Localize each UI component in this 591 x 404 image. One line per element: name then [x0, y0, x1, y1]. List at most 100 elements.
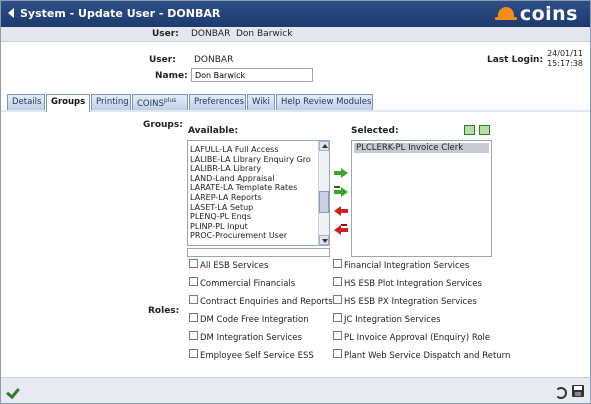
checkbox[interactable]	[333, 331, 342, 340]
list-item[interactable]: PLENQ-PL Enqs	[188, 212, 329, 222]
tab-label: COINS	[137, 98, 164, 109]
available-filter-field[interactable]	[187, 248, 330, 257]
tab-groups[interactable]: Groups	[46, 94, 90, 112]
hard-hat-icon	[494, 7, 517, 21]
role-checkbox[interactable]: Plant Web Service Dispatch and Return	[333, 347, 510, 361]
list-item[interactable]: LAFULL-LA Full Access	[188, 145, 329, 155]
role-label: Contract Enquiries and Reports	[200, 297, 333, 307]
coins-logo: coins	[494, 3, 578, 25]
selected-groups-list[interactable]: PLCLERK-PL Invoice Clerk	[351, 140, 492, 257]
role-label: JC Integration Services	[344, 315, 441, 325]
role-label: Commercial Financials	[200, 279, 296, 289]
filter-icon[interactable]	[478, 124, 490, 135]
scroll-thumb[interactable]	[319, 191, 329, 213]
role-checkbox[interactable]: All ESB Services	[189, 257, 268, 271]
role-label: Financial Integration Services	[344, 261, 470, 271]
tab-details[interactable]: Details	[7, 94, 45, 110]
user-info-panel: User: DONBAR Name: Last Login: 24/01/11 …	[1, 43, 590, 92]
userbar-user-code: DONBAR	[191, 29, 231, 39]
name-label: Name:	[155, 71, 188, 81]
checkbox[interactable]	[189, 259, 198, 268]
tab-help-review-modules[interactable]: Help Review Modules	[276, 94, 373, 110]
remove-arrow-icon[interactable]	[334, 205, 348, 218]
checkbox[interactable]	[189, 349, 198, 358]
userbar-user-name: Don Barwick	[236, 29, 293, 39]
tab-printing[interactable]: Printing	[91, 94, 131, 110]
role-checkbox[interactable]: PL Invoice Approval (Enquiry) Role	[333, 329, 490, 343]
application-window: System - Update User - DONBAR coins User…	[0, 0, 591, 404]
role-checkbox[interactable]: HS ESB PX Integration Services	[333, 293, 477, 307]
role-checkbox[interactable]: HS ESB Plot Integration Services	[333, 275, 482, 289]
role-checkbox[interactable]: Contract Enquiries and Reports	[189, 293, 333, 307]
status-bar	[1, 377, 590, 403]
add-arrow-icon[interactable]	[334, 167, 348, 180]
checkmark-icon[interactable]	[8, 385, 20, 397]
role-label: PL Invoice Approval (Enquiry) Role	[344, 333, 491, 343]
role-label: Plant Web Service Dispatch and Return	[344, 351, 511, 361]
list-item[interactable]: PLINP-PL Input	[188, 222, 329, 232]
select-all-icon[interactable]	[463, 124, 475, 135]
checkbox[interactable]	[189, 295, 198, 304]
scroll-up-icon[interactable]	[319, 141, 329, 151]
tab-label-superscript: plus	[163, 97, 177, 104]
title-bar: System - Update User - DONBAR coins	[1, 1, 590, 27]
available-label: Available:	[188, 126, 239, 136]
list-item[interactable]: PLCLERK-PL Invoice Clerk	[354, 143, 489, 153]
checkbox[interactable]	[189, 331, 198, 340]
roles-label: Roles:	[148, 306, 180, 316]
tab-label: Preferences	[194, 97, 244, 107]
role-checkbox[interactable]: DM Code Free Integration	[189, 311, 309, 325]
list-item[interactable]: LAND-Land Appraisal	[188, 174, 329, 184]
tab-wiki[interactable]: Wiki	[247, 94, 275, 110]
tab-label: Groups	[51, 97, 86, 107]
list-item[interactable]: LARATE-LA Template Rates	[188, 183, 329, 193]
checkbox[interactable]	[333, 313, 342, 322]
role-label: DM Integration Services	[200, 333, 302, 343]
groups-label: Groups:	[143, 120, 183, 130]
remove-all-arrow-icon[interactable]	[334, 224, 348, 237]
last-login-date: 24/01/11	[547, 49, 583, 58]
user-value: DONBAR	[194, 55, 234, 65]
undo-icon[interactable]	[553, 385, 567, 399]
name-field[interactable]	[191, 68, 313, 82]
scroll-down-icon[interactable]	[319, 235, 329, 245]
logo-text: coins	[519, 3, 578, 25]
checkbox[interactable]	[333, 295, 342, 304]
role-label: HS ESB Plot Integration Services	[344, 279, 482, 289]
checkbox[interactable]	[333, 259, 342, 268]
role-checkbox[interactable]: DM Integration Services	[189, 329, 302, 343]
tab-coins-plus[interactable]: COINSplus	[132, 94, 188, 110]
checkbox[interactable]	[333, 277, 342, 286]
add-all-arrow-icon[interactable]	[334, 186, 348, 199]
available-groups-list[interactable]: LAFULL-LA Full Access LALIBE-LA Library …	[187, 140, 330, 246]
list-item[interactable]: PROC-Procurement User	[188, 231, 329, 241]
window-title: System - Update User - DONBAR	[20, 7, 221, 20]
role-checkbox[interactable]: Commercial Financials	[189, 275, 295, 289]
role-checkbox[interactable]: Employee Self Service ESS	[189, 347, 314, 361]
list-item[interactable]: LASET-LA Setup	[188, 203, 329, 213]
selected-label: Selected:	[351, 126, 399, 136]
list-item[interactable]: LALIBR-LA Library	[188, 164, 329, 174]
checkbox[interactable]	[333, 349, 342, 358]
back-arrow-icon[interactable]	[8, 8, 14, 18]
role-label: All ESB Services	[200, 261, 269, 271]
user-label: User:	[149, 55, 176, 65]
role-checkbox[interactable]: Financial Integration Services	[333, 257, 469, 271]
checkbox[interactable]	[189, 277, 198, 286]
tab-label: Wiki	[252, 97, 270, 107]
list-item[interactable]: LALIBE-LA Library Enquiry Gro	[188, 155, 329, 165]
available-list-scrollbar[interactable]	[318, 141, 329, 245]
save-icon[interactable]	[572, 385, 584, 397]
userbar-user-label: User:	[152, 29, 179, 39]
role-checkbox[interactable]: JC Integration Services	[333, 311, 441, 325]
transfer-buttons	[334, 167, 348, 243]
list-item[interactable]: LAREP-LA Reports	[188, 193, 329, 203]
selected-tools	[463, 124, 490, 135]
tab-preferences[interactable]: Preferences	[189, 94, 246, 110]
role-label: Employee Self Service ESS	[200, 351, 314, 361]
user-bar: User: DONBAR Don Barwick	[1, 27, 590, 42]
checkbox[interactable]	[189, 313, 198, 322]
role-label: HS ESB PX Integration Services	[344, 297, 477, 307]
last-login-value: 24/01/11 15:17:38	[547, 49, 583, 69]
role-label: DM Code Free Integration	[200, 315, 309, 325]
